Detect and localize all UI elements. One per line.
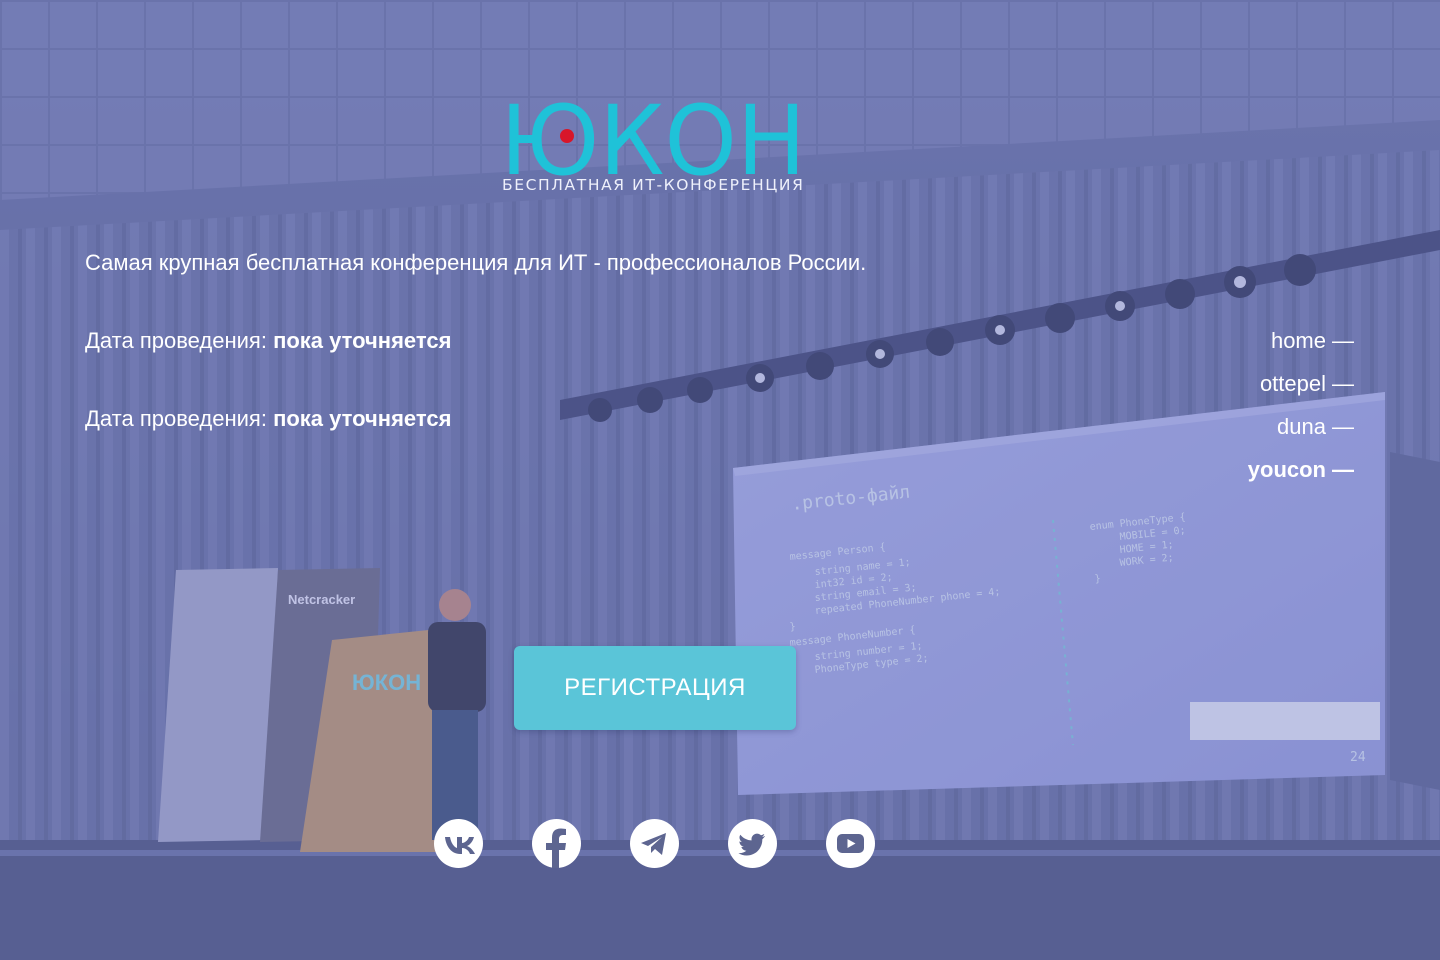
telegram-icon [641,833,666,855]
youcon-logo[interactable]: ЮКОН БЕСПЛАТНАЯ ИТ-КОНФЕРЕНЦИЯ [500,96,810,202]
conference-nav: home — ottepel — duna — youcon — [1248,326,1354,498]
event-date-value: пока уточняется [273,406,452,431]
nav-item-ottepel[interactable]: ottepel — [1248,369,1354,412]
nav-dash: — [1332,328,1354,353]
svg-text:ЮКОН: ЮКОН [500,96,806,176]
event-date-row: Дата проведения: пока уточняется [85,406,451,432]
twitter-link[interactable] [728,819,777,868]
event-date-label: Дата проведения: [85,406,274,431]
nav-item-label: youcon [1247,457,1326,482]
logo-red-dot [560,129,574,143]
nav-item-duna[interactable]: duna — [1248,412,1354,455]
youtube-link[interactable] [826,819,875,868]
facebook-link[interactable] [532,819,581,868]
twitter-icon [738,833,765,856]
nav-dash: — [1332,457,1354,482]
logo-wordmark: ЮКОН [500,96,806,176]
nav-item-youcon[interactable]: youcon — [1248,455,1354,498]
nav-item-label: home [1270,328,1326,353]
facebook-icon [546,828,566,868]
registration-button[interactable]: РЕГИСТРАЦИЯ [514,646,796,730]
nav-item-label: duna [1277,414,1326,439]
logo-subtitle: БЕСПЛАТНАЯ ИТ-КОНФЕРЕНЦИЯ [502,176,805,194]
event-date-label: Дата проведения: [85,328,274,353]
vk-icon [445,837,475,854]
nav-item-label: ottepel [1259,371,1326,396]
nav-dash: — [1332,414,1354,439]
youtube-icon [837,834,864,853]
telegram-link[interactable] [630,819,679,868]
nav-item-home[interactable]: home — [1248,326,1354,369]
vk-link[interactable] [434,819,483,868]
event-date-row: Дата проведения: пока уточняется [85,328,451,354]
nav-dash: — [1332,371,1354,396]
event-date-value: пока уточняется [273,328,452,353]
conference-tagline: Самая крупная бесплатная конференция для… [85,250,867,275]
